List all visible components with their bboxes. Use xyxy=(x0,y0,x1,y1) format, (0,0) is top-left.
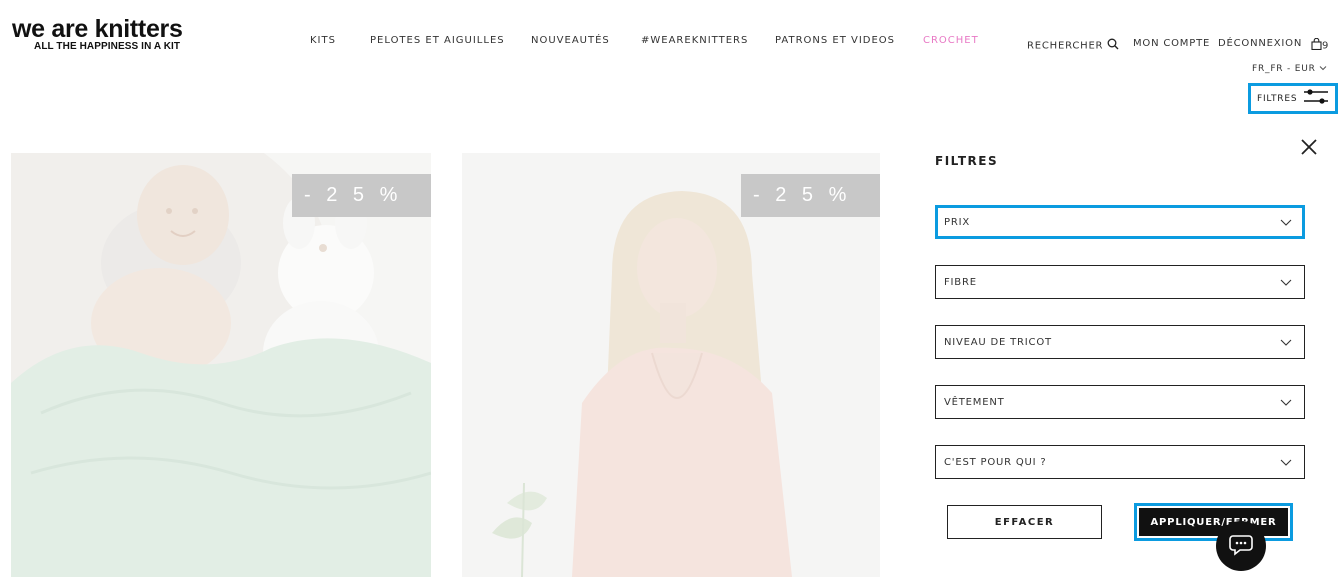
chat-button[interactable] xyxy=(1216,521,1266,571)
brand-name: we are knitters xyxy=(12,15,183,43)
close-filters-button[interactable] xyxy=(1299,137,1319,157)
discount-badge: - 2 5 % xyxy=(292,174,431,217)
chevron-down-icon xyxy=(1319,64,1327,74)
filter-select-label: C'EST POUR QUI ? xyxy=(944,456,1047,468)
brand-tagline: ALL THE HAPPINESS IN A KIT xyxy=(34,41,181,52)
chevron-down-icon xyxy=(1280,459,1292,466)
close-icon xyxy=(1301,139,1317,155)
chat-bubble-icon xyxy=(1229,535,1253,556)
filters-panel-title: FILTRES xyxy=(935,154,999,168)
chevron-down-icon xyxy=(1280,279,1292,286)
discount-badge: - 2 5 % xyxy=(741,174,880,217)
chevron-down-icon xyxy=(1280,399,1292,406)
filter-select-label: PRIX xyxy=(944,216,970,228)
filter-select-label: VÊTEMENT xyxy=(944,396,1005,408)
search-link[interactable]: RECHERCHER xyxy=(1027,38,1119,53)
filter-select-vetement[interactable]: VÊTEMENT xyxy=(935,385,1305,419)
nav-item-nouveautes[interactable]: NOUVEAUTÉS xyxy=(531,35,610,46)
filters-toggle-button[interactable]: FILTRES xyxy=(1248,83,1338,114)
nav-item-weareknitters[interactable]: #WEAREKNITTERS xyxy=(641,35,748,46)
nav-item-patrons[interactable]: PATRONS ET VIDEOS xyxy=(775,35,895,46)
product-card[interactable]: - 2 5 % xyxy=(11,153,431,577)
nav-item-pelotes[interactable]: PELOTES ET AIGUILLES xyxy=(370,35,505,46)
nav-item-crochet[interactable]: CROCHET xyxy=(923,35,979,46)
apply-filters-label: APPLIQUER/FERMER xyxy=(1139,508,1288,536)
search-label: RECHERCHER xyxy=(1027,40,1104,52)
search-icon xyxy=(1107,38,1119,53)
nav-item-kits[interactable]: KITS xyxy=(310,35,336,46)
filter-select-niveau[interactable]: NIVEAU DE TRICOT xyxy=(935,325,1305,359)
clear-filters-button[interactable]: EFFACER xyxy=(947,505,1102,539)
filter-select-prix[interactable]: PRIX xyxy=(935,205,1305,239)
sliders-icon xyxy=(1297,87,1329,110)
filter-select-fibre[interactable]: FIBRE xyxy=(935,265,1305,299)
filter-select-pour-qui[interactable]: C'EST POUR QUI ? xyxy=(935,445,1305,479)
locale-selector[interactable]: FR_FR - EUR xyxy=(1252,64,1327,74)
apply-filters-button[interactable]: APPLIQUER/FERMER xyxy=(1134,503,1293,541)
account-link[interactable]: MON COMPTE xyxy=(1133,38,1210,49)
cart-count: 9 xyxy=(1322,40,1330,52)
filter-select-label: FIBRE xyxy=(944,276,977,288)
locale-label: FR_FR - EUR xyxy=(1252,64,1316,74)
brand-logo[interactable]: we are knitters ALL THE HAPPINESS IN A K… xyxy=(12,16,183,52)
shopping-bag-icon xyxy=(1311,37,1322,53)
logout-link[interactable]: DÉCONNEXION xyxy=(1218,38,1302,49)
filter-select-label: NIVEAU DE TRICOT xyxy=(944,336,1052,348)
chevron-down-icon xyxy=(1280,219,1292,226)
cart-link[interactable]: 9 xyxy=(1311,37,1330,53)
chevron-down-icon xyxy=(1280,339,1292,346)
filters-toggle-label: FILTRES xyxy=(1257,93,1298,104)
product-card[interactable]: - 2 5 % xyxy=(462,153,880,577)
